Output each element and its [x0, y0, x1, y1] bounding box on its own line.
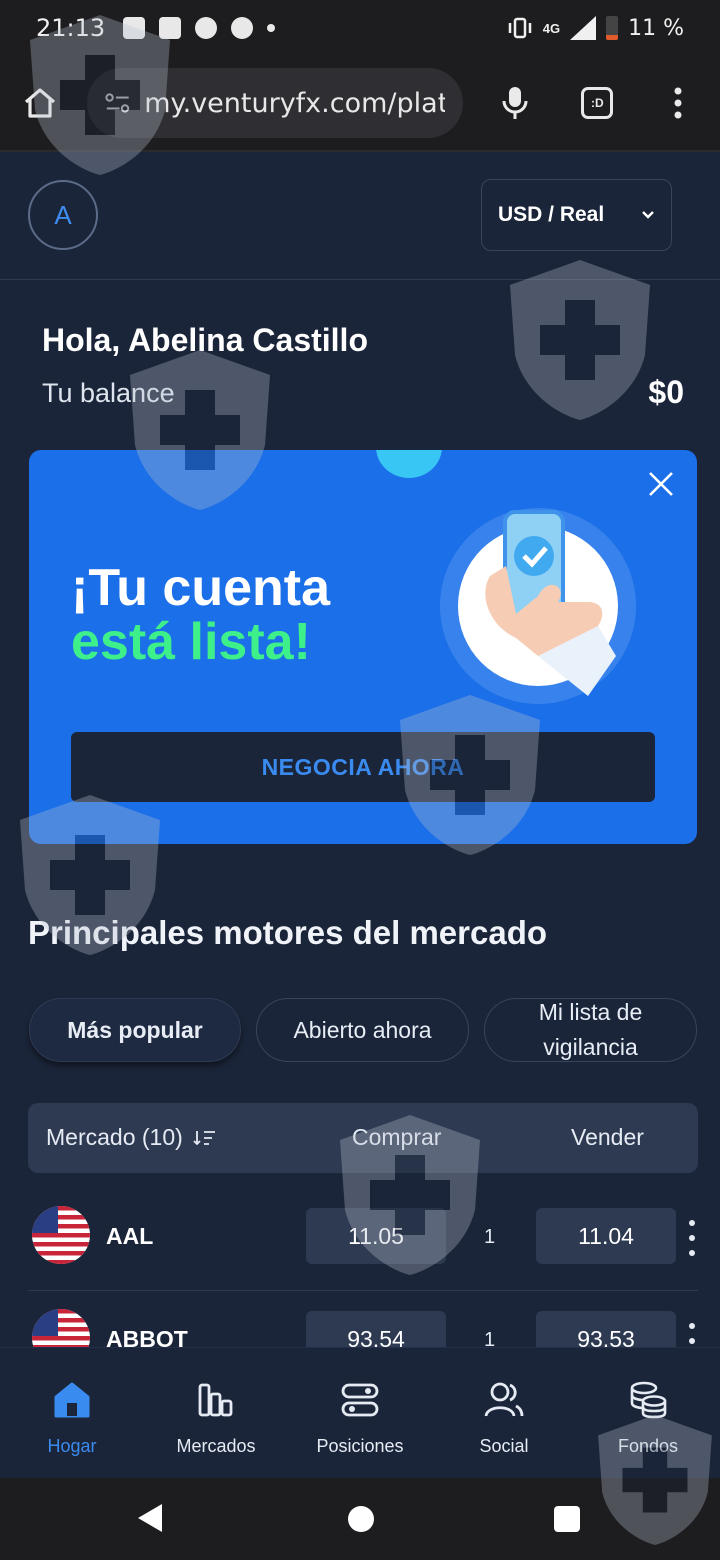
table-row[interactable]: ABBOT 93.54 1 93.53	[0, 1293, 720, 1347]
browser-toolbar: my.venturyfx.com/platfo :D	[0, 56, 720, 152]
nav-label: Posiciones	[316, 1436, 404, 1456]
nav-label: Hogar	[47, 1436, 97, 1456]
bar-chart-icon	[196, 1380, 236, 1420]
tabs-icon: :D	[581, 87, 614, 119]
balance-label: Tu balance	[42, 378, 175, 408]
home-outline-icon	[25, 88, 56, 118]
row-quantity: 1	[484, 1329, 496, 1347]
avatar[interactable]: A	[28, 180, 98, 250]
sell-price-button[interactable]: 11.04	[536, 1208, 676, 1264]
url-text: my.venturyfx.com/platfo	[144, 87, 445, 119]
section-title: Principales motores del mercado	[28, 914, 548, 951]
row-options-icon[interactable]	[684, 1220, 700, 1256]
chat-notification-icon	[195, 17, 218, 39]
network-type: 4G	[542, 20, 561, 36]
status-bar: 21:13 4G 11 %	[0, 0, 720, 56]
signal-icon	[570, 16, 597, 40]
row-options-icon[interactable]	[684, 1323, 700, 1347]
sort-icon	[193, 1130, 215, 1145]
users-icon	[484, 1380, 524, 1420]
row-divider	[28, 1290, 698, 1291]
buy-price-button[interactable]: 11.05	[306, 1208, 446, 1264]
buy-column-header: Comprar	[352, 1124, 442, 1150]
kebab-menu-icon	[674, 87, 682, 119]
notification-icons	[123, 17, 276, 39]
row-symbol: AAL	[106, 1223, 154, 1249]
positions-icon	[340, 1380, 380, 1420]
tab-switcher-button[interactable]: :D	[573, 77, 621, 129]
browser-menu-button[interactable]	[654, 77, 702, 129]
recent-apps-icon[interactable]	[554, 1506, 580, 1532]
vibrate-icon	[508, 17, 531, 39]
coins-icon	[628, 1380, 668, 1420]
buy-price-button[interactable]: 93.54	[306, 1311, 446, 1347]
sell-column-header: Vender	[571, 1124, 644, 1150]
image-notification-icon	[159, 17, 182, 39]
nav-social[interactable]: Social	[432, 1348, 576, 1478]
promo-title-line2: está lista!	[71, 613, 311, 671]
greeting: Hola, Abelina Castillo	[42, 322, 368, 358]
chevron-down-icon	[642, 211, 654, 219]
nav-label: Fondos	[617, 1436, 679, 1456]
battery-level: 11 %	[628, 15, 684, 41]
status-right: 4G 11 %	[507, 16, 684, 41]
status-time: 21:13	[36, 14, 106, 42]
phone-check-illustration	[440, 508, 636, 704]
back-icon[interactable]	[138, 1504, 162, 1532]
market-filter-tabs: Más popular Abierto ahora Mi lista de vi…	[0, 998, 720, 1062]
microphone-icon	[502, 87, 528, 119]
nav-home[interactable]: Hogar	[0, 1348, 144, 1478]
nav-label: Mercados	[176, 1436, 256, 1456]
market-column-header[interactable]: Mercado (10)	[46, 1124, 217, 1151]
close-icon[interactable]	[645, 468, 677, 500]
market-list: AAL 11.05 1 11.04 ABBOT 93.54 1 93.53	[0, 1190, 720, 1347]
trade-now-button[interactable]: NEGOCIA AHORA	[71, 732, 655, 802]
site-settings-icon	[105, 93, 129, 113]
table-row[interactable]: AAL 11.05 1 11.04	[0, 1190, 720, 1291]
promo-decoration	[376, 450, 442, 478]
nav-funds[interactable]: Fondos	[576, 1348, 720, 1478]
browser-home-button[interactable]	[18, 79, 63, 127]
system-navigation-bar	[0, 1478, 720, 1560]
promo-title-line1: ¡Tu cuenta	[71, 559, 331, 617]
account-currency-select[interactable]: USD / Real	[481, 179, 672, 251]
market-table-header: Mercado (10) Comprar Vender	[28, 1103, 698, 1173]
us-flag-icon	[32, 1206, 90, 1264]
filter-watchlist[interactable]: Mi lista de vigilancia	[484, 998, 697, 1062]
bottom-navigation: Hogar Mercados Posiciones Social Fondos	[0, 1347, 720, 1477]
nav-label: Social	[479, 1436, 529, 1456]
row-symbol: ABBOT	[106, 1326, 188, 1347]
market-column-label: Mercado (10)	[46, 1124, 183, 1150]
balance-value: $0	[648, 374, 684, 410]
messenger-notification-icon	[231, 17, 254, 39]
voice-search-button[interactable]	[491, 77, 539, 129]
nav-positions[interactable]: Posiciones	[288, 1348, 432, 1478]
us-flag-icon	[32, 1309, 90, 1347]
filter-most-popular[interactable]: Más popular	[29, 998, 241, 1062]
account-currency-label: USD / Real	[498, 203, 605, 226]
more-notifications-icon	[267, 24, 276, 32]
home-icon	[52, 1380, 92, 1420]
sell-price-button[interactable]: 93.53	[536, 1311, 676, 1347]
home-circle-icon[interactable]	[348, 1506, 374, 1532]
promo-card: ¡Tu cuenta está lista! NEGOCIA AHORA	[29, 450, 697, 844]
battery-icon	[606, 16, 619, 40]
shield-watermark-icon	[510, 260, 650, 420]
row-quantity: 1	[484, 1226, 496, 1248]
app-header: A USD / Real	[0, 154, 720, 280]
filter-open-now[interactable]: Abierto ahora	[256, 998, 469, 1062]
nav-markets[interactable]: Mercados	[144, 1348, 288, 1478]
alert-notification-icon	[123, 17, 146, 39]
address-bar[interactable]: my.venturyfx.com/platfo	[86, 68, 463, 138]
